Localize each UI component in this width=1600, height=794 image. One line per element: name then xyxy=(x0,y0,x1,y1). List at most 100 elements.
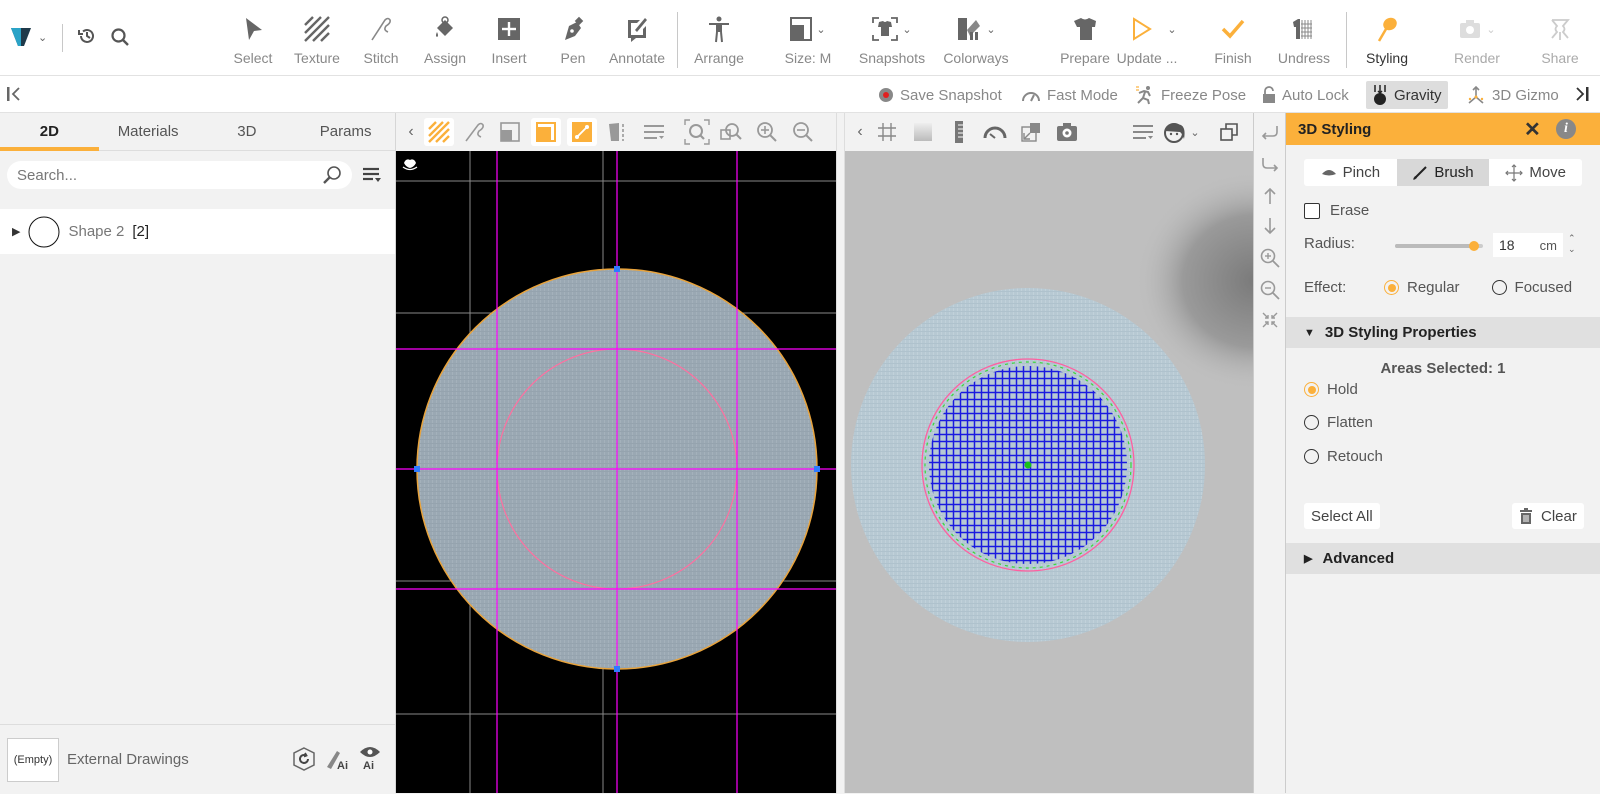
tab-params[interactable]: Params xyxy=(296,113,395,150)
3d-toolbar-collapse-button[interactable]: ‹ xyxy=(845,118,875,146)
hold-radio[interactable] xyxy=(1304,382,1319,397)
undress-button[interactable]: Undress xyxy=(1272,14,1336,66)
history-button[interactable] xyxy=(77,26,97,51)
2d-toolbar-collapse-button[interactable]: ‹ xyxy=(396,118,426,146)
ai-view-button[interactable]: Ai xyxy=(358,745,382,776)
2d-zoom-in-button[interactable] xyxy=(752,118,782,146)
refresh-drawing-button[interactable] xyxy=(292,747,316,776)
radius-slider[interactable] xyxy=(1395,241,1483,251)
retouch-option[interactable]: Retouch xyxy=(1304,448,1383,465)
restore-window-button[interactable] xyxy=(1214,118,1244,146)
3d-background-toggle[interactable] xyxy=(908,118,938,146)
expand-arrow-icon[interactable]: ▶ xyxy=(12,225,20,238)
effect-focused-radio[interactable] xyxy=(1491,280,1507,295)
app-menu[interactable]: ⌄ xyxy=(10,26,47,48)
mode-brush[interactable]: Brush xyxy=(1396,159,1490,186)
2d-pattern-window[interactable] xyxy=(396,151,836,793)
select-all-button[interactable]: Select All xyxy=(1304,503,1380,529)
close-icon[interactable]: ✕ xyxy=(1524,117,1541,142)
zoom-in-button[interactable] xyxy=(1254,246,1286,270)
radius-input[interactable]: 18 cm xyxy=(1493,233,1563,257)
3d-gizmo-button[interactable]: 3D Gizmo xyxy=(1460,83,1565,107)
3d-snapshot-button[interactable] xyxy=(1052,118,1082,146)
gravity-toggle[interactable]: Gravity xyxy=(1366,81,1448,109)
flatten-radio[interactable] xyxy=(1304,415,1319,430)
3d-export-view[interactable] xyxy=(1016,118,1046,146)
radius-stepper[interactable]: ⌃ ⌄ xyxy=(1568,233,1576,255)
finish-button[interactable]: Finish xyxy=(1201,14,1265,66)
collapse-left-panel-button[interactable] xyxy=(6,85,22,108)
window-splitter[interactable] xyxy=(836,113,845,793)
search-input[interactable] xyxy=(17,166,322,184)
size-dropdown[interactable]: ⌄ Size: M xyxy=(775,14,841,66)
2d-zoom-out-button[interactable] xyxy=(788,118,818,146)
colorways-dropdown[interactable]: ⌄ Colorways xyxy=(942,14,1010,66)
fit-to-view-button[interactable] xyxy=(1254,308,1286,332)
2d-zoom-selection-button[interactable] xyxy=(716,118,746,146)
3d-ruler-toggle[interactable] xyxy=(944,118,974,146)
list-options-button[interactable] xyxy=(362,166,382,189)
arrange-button[interactable]: Arrange xyxy=(687,14,751,66)
styling-properties-section-header[interactable]: ▼ 3D Styling Properties xyxy=(1286,317,1600,348)
redo-button[interactable] xyxy=(1254,152,1286,176)
avatar-toggle-icon[interactable] xyxy=(402,159,418,171)
3d-garment-window[interactable] xyxy=(845,151,1253,793)
share-button[interactable]: Share xyxy=(1528,14,1592,66)
hold-option[interactable]: Hold xyxy=(1304,381,1358,398)
save-snapshot-button[interactable]: Save Snapshot xyxy=(872,83,1008,107)
retouch-radio[interactable] xyxy=(1304,449,1319,464)
flatten-option[interactable]: Flatten xyxy=(1304,414,1373,431)
tool-select[interactable]: Select xyxy=(221,14,285,66)
tool-insert[interactable]: Insert xyxy=(477,14,541,66)
fast-mode-button[interactable]: Fast Mode xyxy=(1015,83,1124,107)
erase-checkbox-row[interactable]: Erase xyxy=(1304,202,1369,219)
drawing-thumbnail[interactable]: (Empty) xyxy=(7,737,59,782)
search-icon[interactable] xyxy=(322,165,342,185)
move-down-button[interactable] xyxy=(1254,214,1286,238)
3d-grid-toggle[interactable] xyxy=(872,118,902,146)
move-up-button[interactable] xyxy=(1254,184,1286,208)
tool-pen[interactable]: Pen xyxy=(541,14,605,66)
freeze-pose-button[interactable]: Freeze Pose xyxy=(1129,83,1252,107)
search-button[interactable] xyxy=(110,27,130,52)
effect-regular-radio[interactable] xyxy=(1384,280,1399,295)
ai-draw-button[interactable]: Ai xyxy=(325,747,351,776)
mode-move[interactable]: Move xyxy=(1489,159,1582,186)
tool-stitch[interactable]: Stitch xyxy=(349,14,413,66)
styling-button[interactable]: Styling xyxy=(1355,14,1419,66)
auto-lock-button[interactable]: Auto Lock xyxy=(1256,83,1355,107)
2d-texture-toggle[interactable] xyxy=(424,118,454,146)
collapse-right-panel-button[interactable] xyxy=(1574,85,1590,108)
prepare-button[interactable]: Prepare xyxy=(1053,14,1117,66)
clear-button[interactable]: Clear xyxy=(1512,503,1584,529)
2d-display-options[interactable] xyxy=(639,118,669,146)
2d-pattern-toggle[interactable] xyxy=(495,118,525,146)
3d-display-options[interactable] xyxy=(1128,118,1158,146)
list-item[interactable]: ▶ Shape 2 [2] xyxy=(0,209,395,254)
3d-canvas[interactable] xyxy=(845,151,1253,793)
tool-assign[interactable]: Assign xyxy=(413,14,477,66)
tool-annotate[interactable]: Annotate xyxy=(605,14,669,66)
render-dropdown[interactable]: ⌄ Render xyxy=(1444,14,1510,66)
tool-texture[interactable]: Texture xyxy=(285,14,349,66)
zoom-out-button[interactable] xyxy=(1254,278,1286,302)
info-icon[interactable]: i xyxy=(1556,119,1576,139)
snapshots-dropdown[interactable]: ⌄ Snapshots xyxy=(858,14,926,66)
tab-materials[interactable]: Materials xyxy=(99,113,198,150)
2d-seam-toggle[interactable] xyxy=(567,118,597,146)
2d-fit-view-button[interactable] xyxy=(682,118,712,146)
2d-pattern-fill-toggle[interactable] xyxy=(531,118,561,146)
tab-2d[interactable]: 2D xyxy=(0,113,99,151)
update-dropdown[interactable]: ⌄ Update ... xyxy=(1117,14,1191,66)
3d-pressure-map-toggle[interactable] xyxy=(980,118,1010,146)
slider-thumb[interactable] xyxy=(1469,241,1480,251)
erase-checkbox[interactable] xyxy=(1304,202,1320,219)
tab-3d[interactable]: 3D xyxy=(198,113,297,150)
2d-canvas[interactable] xyxy=(396,151,836,793)
undo-button[interactable] xyxy=(1254,120,1286,144)
2d-symmetry-toggle[interactable] xyxy=(603,118,633,146)
advanced-section-header[interactable]: ▶ Advanced xyxy=(1286,543,1600,574)
mode-pinch[interactable]: Pinch xyxy=(1304,159,1397,186)
avatar-display-dropdown[interactable]: ⌄ xyxy=(1159,118,1203,146)
2d-stitch-toggle[interactable] xyxy=(460,118,490,146)
